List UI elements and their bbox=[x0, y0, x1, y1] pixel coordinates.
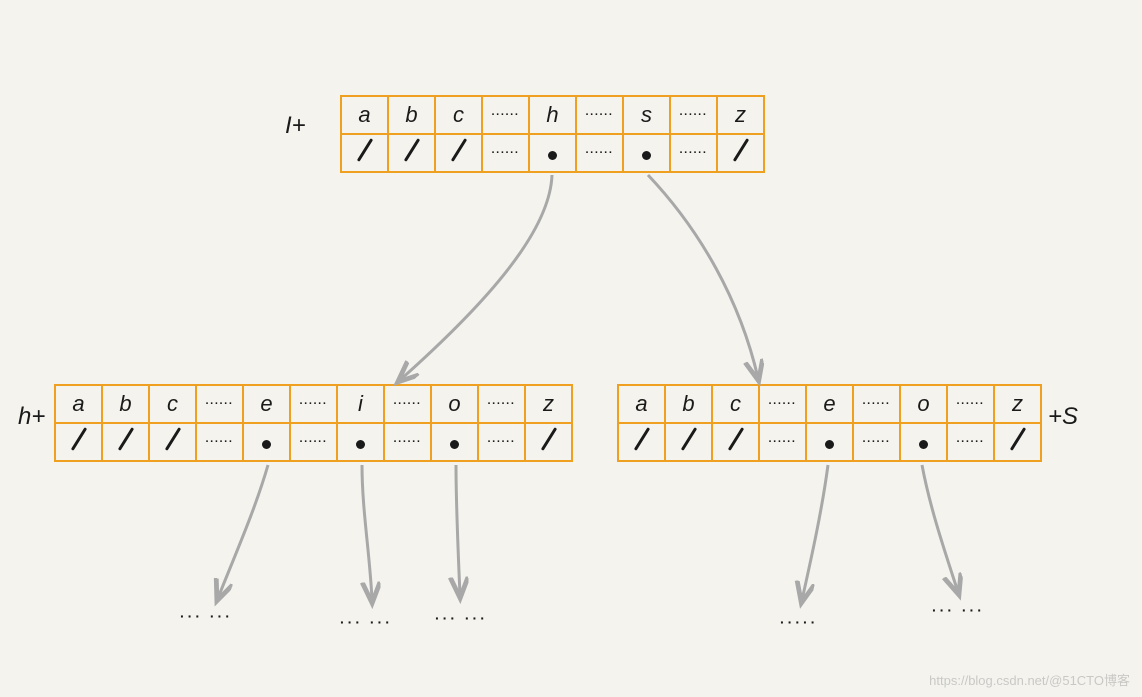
right-ptr-dots-5: ······ bbox=[853, 423, 900, 461]
pointer-dot-icon bbox=[919, 440, 928, 449]
root-letter-dots-7: ······ bbox=[670, 96, 717, 134]
root-letter-c: c bbox=[435, 96, 482, 134]
root-letter-dots-5: ······ bbox=[576, 96, 623, 134]
root-letter-h: h bbox=[529, 96, 576, 134]
null-pointer-icon bbox=[631, 428, 653, 450]
root-letter-dots-3: ······ bbox=[482, 96, 529, 134]
left-letter-dots-9: ······ bbox=[478, 385, 525, 423]
right-letter-a: a bbox=[618, 385, 665, 423]
root-letter-z: z bbox=[717, 96, 764, 134]
right-ptr-null-0 bbox=[618, 423, 665, 461]
null-pointer-icon bbox=[354, 139, 376, 161]
null-pointer-icon bbox=[1007, 428, 1029, 450]
trailing-dots-2: ··· ··· bbox=[340, 614, 393, 630]
left-ptr-dots-9: ······ bbox=[478, 423, 525, 461]
left-letter-o: o bbox=[431, 385, 478, 423]
null-pointer-icon bbox=[730, 139, 752, 161]
left-ptr-null-0 bbox=[55, 423, 102, 461]
left-letter-dots-3: ······ bbox=[196, 385, 243, 423]
left-letter-b: b bbox=[102, 385, 149, 423]
left-letter-c: c bbox=[149, 385, 196, 423]
null-pointer-icon bbox=[68, 428, 90, 450]
null-pointer-icon bbox=[538, 428, 560, 450]
arrow-left-e bbox=[218, 465, 268, 598]
root-ptr-dots-3: ······ bbox=[482, 134, 529, 172]
root-ptr-child-4 bbox=[529, 134, 576, 172]
right-ptr-null-8 bbox=[994, 423, 1041, 461]
trailing-dots-3: ··· ··· bbox=[435, 610, 488, 626]
right-letter-e: e bbox=[806, 385, 853, 423]
pointer-dot-icon bbox=[356, 440, 365, 449]
root-ptr-null-8 bbox=[717, 134, 764, 172]
right-ptr-dots-7: ······ bbox=[947, 423, 994, 461]
root-letter-b: b bbox=[388, 96, 435, 134]
trailing-dots-5: ··· ··· bbox=[932, 602, 985, 618]
left-ptr-dots-7: ······ bbox=[384, 423, 431, 461]
root-ptr-dots-7: ······ bbox=[670, 134, 717, 172]
arrow-right-o bbox=[922, 465, 958, 592]
root-label: I+ bbox=[285, 112, 306, 140]
right-letter-z: z bbox=[994, 385, 1041, 423]
null-pointer-icon bbox=[115, 428, 137, 450]
root-ptr-null-1 bbox=[388, 134, 435, 172]
right-ptr-null-1 bbox=[665, 423, 712, 461]
null-pointer-icon bbox=[162, 428, 184, 450]
left-letter-e: e bbox=[243, 385, 290, 423]
arrow-root-h-to-left bbox=[400, 175, 552, 380]
trailing-dots-1: ··· ··· bbox=[180, 608, 233, 624]
root-ptr-null-2 bbox=[435, 134, 482, 172]
left-ptr-null-1 bbox=[102, 423, 149, 461]
right-letter-dots-5: ······ bbox=[853, 385, 900, 423]
left-ptr-null-10 bbox=[525, 423, 572, 461]
left-trie-node: abc······e······i······o······z·········… bbox=[54, 384, 573, 462]
left-ptr-child-4 bbox=[243, 423, 290, 461]
pointer-dot-icon bbox=[548, 151, 557, 160]
left-ptr-dots-3: ······ bbox=[196, 423, 243, 461]
left-ptr-child-6 bbox=[337, 423, 384, 461]
right-letter-dots-3: ······ bbox=[759, 385, 806, 423]
null-pointer-icon bbox=[678, 428, 700, 450]
root-ptr-dots-5: ······ bbox=[576, 134, 623, 172]
left-ptr-null-2 bbox=[149, 423, 196, 461]
right-label: +S bbox=[1048, 403, 1078, 431]
root-trie-node: abc······h······s······z················… bbox=[340, 95, 765, 173]
left-ptr-dots-5: ······ bbox=[290, 423, 337, 461]
arrow-right-e bbox=[802, 465, 828, 600]
left-letter-z: z bbox=[525, 385, 572, 423]
arrow-root-s-to-right bbox=[648, 175, 758, 378]
null-pointer-icon bbox=[725, 428, 747, 450]
right-ptr-null-2 bbox=[712, 423, 759, 461]
arrow-left-i bbox=[362, 465, 372, 600]
arrow-left-o bbox=[456, 465, 460, 595]
left-ptr-child-8 bbox=[431, 423, 478, 461]
left-label: h+ bbox=[18, 403, 45, 431]
left-letter-a: a bbox=[55, 385, 102, 423]
left-letter-i: i bbox=[337, 385, 384, 423]
watermark: https://blog.csdn.net/@51CTO博客 bbox=[929, 670, 1130, 689]
null-pointer-icon bbox=[448, 139, 470, 161]
left-letter-dots-5: ······ bbox=[290, 385, 337, 423]
pointer-dot-icon bbox=[450, 440, 459, 449]
right-letter-o: o bbox=[900, 385, 947, 423]
left-letter-dots-7: ······ bbox=[384, 385, 431, 423]
right-ptr-dots-3: ······ bbox=[759, 423, 806, 461]
right-ptr-child-6 bbox=[900, 423, 947, 461]
root-ptr-child-6 bbox=[623, 134, 670, 172]
trailing-dots-4: ····· bbox=[780, 614, 818, 630]
right-letter-c: c bbox=[712, 385, 759, 423]
root-letter-s: s bbox=[623, 96, 670, 134]
pointer-dot-icon bbox=[825, 440, 834, 449]
right-letter-b: b bbox=[665, 385, 712, 423]
null-pointer-icon bbox=[401, 139, 423, 161]
pointer-dot-icon bbox=[642, 151, 651, 160]
pointer-dot-icon bbox=[262, 440, 271, 449]
right-ptr-child-4 bbox=[806, 423, 853, 461]
right-letter-dots-7: ······ bbox=[947, 385, 994, 423]
root-ptr-null-0 bbox=[341, 134, 388, 172]
root-letter-a: a bbox=[341, 96, 388, 134]
right-trie-node: abc······e······o······z················… bbox=[617, 384, 1042, 462]
